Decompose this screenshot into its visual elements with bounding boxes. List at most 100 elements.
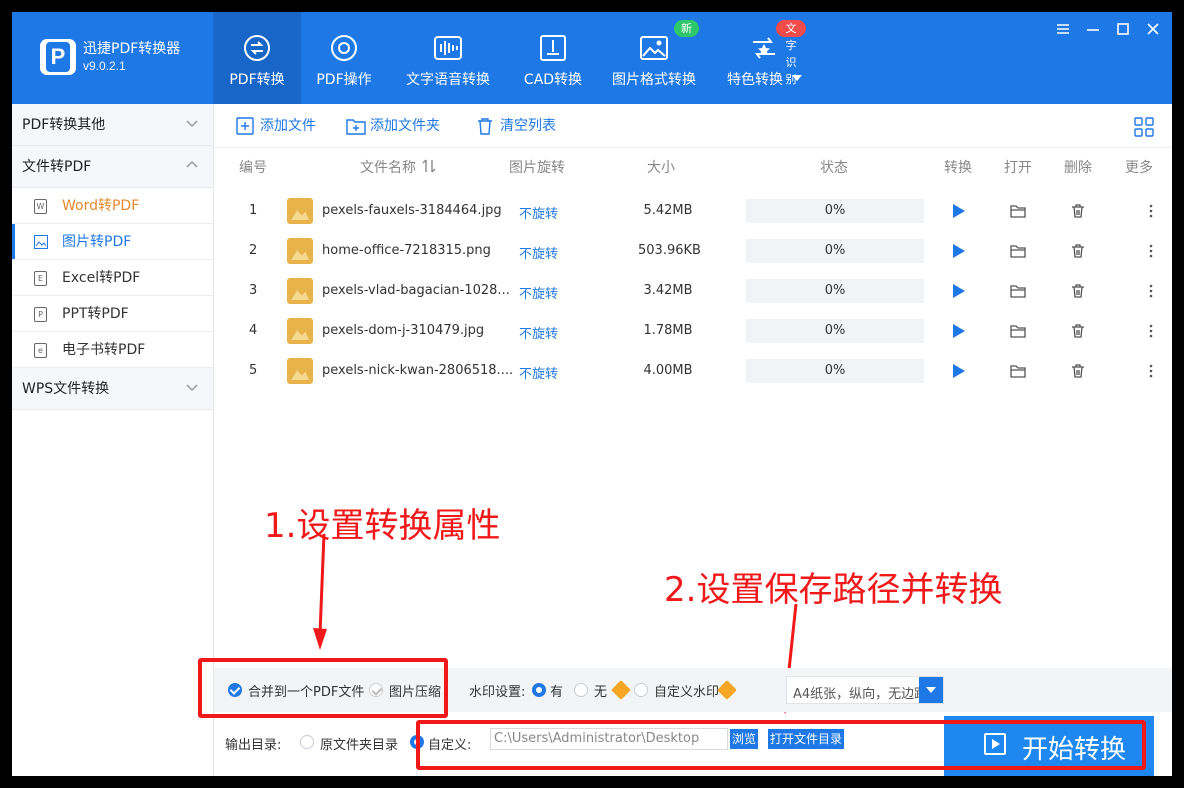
close-icon[interactable] [1142, 18, 1164, 40]
vip-diamond-icon [717, 680, 737, 700]
row-file-name: pexels-fauxels-3184464.jpg [322, 203, 502, 218]
sidebar-group-label: PDF转换其他 [22, 117, 106, 133]
table-row[interactable]: 5 pexels-nick-kwan-2806518.... 不旋转 4.00MB 0% [214, 351, 1172, 391]
header-size: 大小 [647, 160, 675, 176]
tab-pdf-convert[interactable]: PDF转换 [213, 12, 301, 104]
table-row[interactable]: 1 pexels-fauxels-3184464.jpg 不旋转 5.42MB 0% [214, 191, 1172, 231]
row-rotate-option[interactable]: 不旋转 [519, 203, 558, 222]
cad-icon [540, 35, 566, 61]
sidebar-group-label: WPS文件转换 [22, 381, 110, 397]
image-thumbnail-icon [287, 358, 313, 384]
sidebar-group-pdf-other[interactable]: PDF转换其他 [12, 104, 213, 146]
trash-icon[interactable] [1070, 323, 1086, 339]
watermark-custom-radio[interactable] [634, 683, 648, 697]
image-file-icon [34, 235, 48, 249]
header-name[interactable]: 文件名称 [360, 157, 416, 177]
open-folder-icon[interactable] [1010, 323, 1026, 339]
row-index: 4 [249, 323, 258, 338]
minimize-icon[interactable] [1082, 18, 1104, 40]
add-file-button[interactable]: 添加文件 [236, 116, 316, 136]
watermark-label: 水印设置: [469, 685, 526, 700]
trash-icon[interactable] [1070, 363, 1086, 379]
open-folder-icon[interactable] [1010, 203, 1026, 219]
trash-icon[interactable] [1070, 283, 1086, 299]
add-file-label: 添加文件 [260, 118, 316, 134]
chevron-down-icon [186, 384, 198, 392]
row-file-name: pexels-nick-kwan-2806518.... [322, 363, 514, 378]
top-bar: P 迅捷PDF转换器 v9.0.2.1 PDF转换 PDF操作 文字语音转换 C… [12, 12, 1172, 104]
more-options-icon[interactable] [1143, 283, 1159, 299]
more-options-icon[interactable] [1143, 203, 1159, 219]
sidebar-group-label: 文件转PDF [22, 159, 92, 175]
sidebar-group-file-to-pdf[interactable]: 文件转PDF [12, 146, 213, 188]
open-folder-icon[interactable] [1010, 363, 1026, 379]
paper-select-value: A4纸张，纵向，无边距 [793, 687, 928, 702]
play-icon[interactable] [950, 283, 966, 299]
more-options-icon[interactable] [1143, 323, 1159, 339]
sidebar-item-image[interactable]: 图片转PDF [12, 224, 213, 260]
row-progress-bar: 0% [746, 199, 924, 223]
original-folder-label: 原文件夹目录 [320, 738, 399, 753]
paper-select[interactable]: A4纸张，纵向，无边距 [786, 676, 944, 704]
row-file-name: pexels-vlad-bagacian-1028... [322, 283, 510, 298]
tab-label: 文字语音转换 [406, 72, 490, 88]
sidebar-item-ebook[interactable]: e 电子书转PDF [12, 332, 213, 368]
watermark-yes-radio[interactable] [532, 683, 546, 697]
sidebar-item-word[interactable]: W Word转PDF [12, 188, 213, 224]
tab-cad[interactable]: CAD转换 [515, 12, 591, 104]
row-progress-text: 0% [824, 283, 846, 298]
app-name: 迅捷PDF转换器 [83, 41, 181, 57]
row-rotate-option[interactable]: 不旋转 [519, 243, 558, 262]
ppt-file-icon: P [34, 307, 47, 322]
table-row[interactable]: 3 pexels-vlad-bagacian-1028... 不旋转 3.42MB 0% [214, 271, 1172, 311]
tab-special[interactable]: 特色转换 文字识别 [722, 12, 806, 104]
row-file-name: home-office-7218315.png [322, 243, 491, 258]
open-folder-icon[interactable] [1010, 243, 1026, 259]
chevron-down-icon [186, 120, 198, 128]
play-icon[interactable] [950, 323, 966, 339]
sidebar-item-ppt[interactable]: P PPT转PDF [12, 296, 213, 332]
app-window: P 迅捷PDF转换器 v9.0.2.1 PDF转换 PDF操作 文字语音转换 C… [12, 12, 1172, 776]
tab-text-speech[interactable]: 文字语音转换 [398, 12, 498, 104]
annotation-step1: 1.设置转换属性 [264, 506, 501, 546]
header-status: 状态 [820, 160, 848, 176]
trash-icon[interactable] [1070, 203, 1086, 219]
add-folder-button[interactable]: 添加文件夹 [346, 116, 440, 136]
clear-list-button[interactable]: 清空列表 [476, 116, 556, 136]
table-row[interactable]: 2 home-office-7218315.png 不旋转 503.96KB 0% [214, 231, 1172, 271]
sidebar-item-excel[interactable]: E Excel转PDF [12, 260, 213, 296]
image-thumbnail-icon [287, 198, 313, 224]
trash-icon[interactable] [1070, 243, 1086, 259]
menu-icon[interactable] [1052, 18, 1074, 40]
excel-file-icon: E [34, 271, 47, 286]
row-file-size: 3.42MB [643, 283, 693, 298]
add-folder-label: 添加文件夹 [370, 118, 440, 134]
tab-image-format[interactable]: 图片格式转换 新 [608, 12, 700, 104]
row-file-size: 5.42MB [643, 203, 693, 218]
sidebar-group-wps[interactable]: WPS文件转换 [12, 368, 213, 410]
row-rotate-option[interactable]: 不旋转 [519, 283, 558, 302]
header-open: 打开 [1004, 160, 1032, 176]
grid-view-icon[interactable] [1134, 117, 1154, 137]
tab-pdf-operation[interactable]: PDF操作 [306, 12, 382, 104]
original-folder-radio[interactable] [300, 735, 314, 749]
tab-label: CAD转换 [523, 72, 583, 88]
play-icon[interactable] [950, 363, 966, 379]
row-index: 2 [249, 243, 258, 258]
maximize-icon[interactable] [1112, 18, 1134, 40]
play-icon[interactable] [950, 243, 966, 259]
select-arrow-icon [919, 677, 943, 703]
play-icon[interactable] [950, 203, 966, 219]
more-options-icon[interactable] [1143, 363, 1159, 379]
open-folder-icon[interactable] [1010, 283, 1026, 299]
sidebar-item-label: 电子书转PDF [62, 342, 146, 358]
more-options-icon[interactable] [1143, 243, 1159, 259]
arrow-step1 [313, 534, 327, 650]
watermark-no-radio[interactable] [574, 683, 588, 697]
table-row[interactable]: 4 pexels-dom-j-310479.jpg 不旋转 1.78MB 0% [214, 311, 1172, 351]
audio-wave-icon [434, 36, 462, 60]
sort-icon[interactable] [422, 159, 436, 173]
add-file-icon [236, 117, 254, 135]
row-rotate-option[interactable]: 不旋转 [519, 323, 558, 342]
row-rotate-option[interactable]: 不旋转 [519, 363, 558, 382]
